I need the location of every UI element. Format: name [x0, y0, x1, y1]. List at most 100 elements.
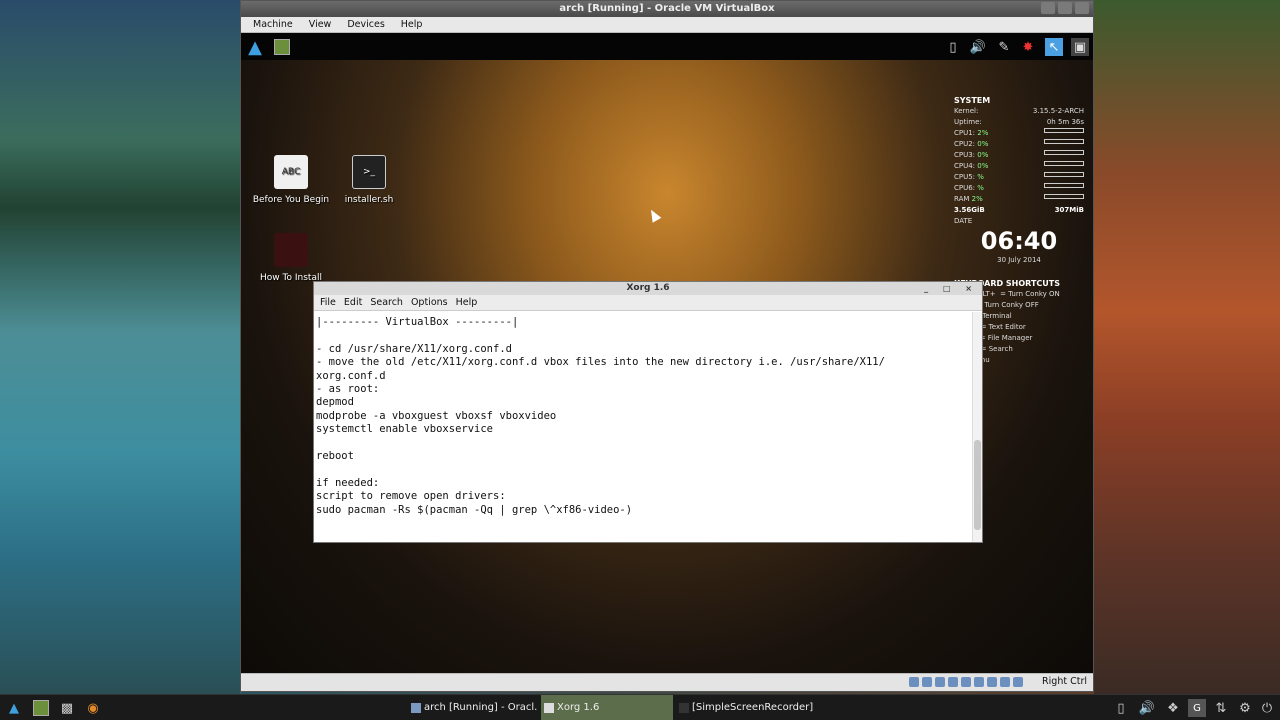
- ram-bar: [1044, 194, 1084, 199]
- host-taskbar: ▲ ▩ ◉ arch [Running] - Oracl... Xorg 1.6…: [0, 694, 1280, 720]
- taskbar-task-xorg[interactable]: Xorg 1.6: [541, 695, 673, 720]
- network-icon[interactable]: ⇅: [1212, 699, 1230, 717]
- editor-menu-file[interactable]: File: [316, 295, 340, 310]
- text-editor-icon: [544, 703, 554, 713]
- host-wallpaper-left: [0, 0, 240, 694]
- cursor-tool-icon[interactable]: ↖: [1045, 38, 1063, 56]
- editor-title: Xorg 1.6: [626, 283, 670, 293]
- settings-icon[interactable]: ⚙: [1236, 699, 1254, 717]
- menu-view[interactable]: View: [301, 17, 340, 32]
- cpu-value: %: [977, 173, 984, 181]
- mem-free: 3.56GiB: [954, 206, 985, 214]
- virtualbox-menu-bar: Machine View Devices Help: [241, 17, 1093, 33]
- display-icon[interactable]: [974, 677, 984, 687]
- guest-top-panel: ▲ ▯ 🔊 ✎ ✸ ↖ ▣: [241, 33, 1093, 60]
- editor-menu-bar: File Edit Search Options Help: [314, 295, 982, 311]
- shared-folders-icon[interactable]: [961, 677, 971, 687]
- guest-display[interactable]: ▲ ▯ 🔊 ✎ ✸ ↖ ▣ ABC Before You Begin >_ in…: [241, 33, 1093, 673]
- usb-icon[interactable]: [935, 677, 945, 687]
- keyboard-icon[interactable]: [1013, 677, 1023, 687]
- editor-menu-search[interactable]: Search: [366, 295, 407, 310]
- task-label: arch [Running] - Oracl...: [424, 702, 538, 713]
- editor-text-area[interactable]: |--------- VirtualBox ---------| - cd /u…: [316, 312, 972, 542]
- clipboard-icon[interactable]: ▯: [1112, 699, 1130, 717]
- editor-menu-help[interactable]: Help: [452, 295, 482, 310]
- host-wallpaper-right: [1094, 0, 1280, 694]
- file-manager-icon[interactable]: ▩: [58, 699, 76, 717]
- update-notifier-icon[interactable]: ✸: [1019, 38, 1037, 56]
- editor-window-controls[interactable]: _ □ ×: [924, 282, 978, 295]
- close-button[interactable]: [1075, 2, 1089, 14]
- cpu-value: 2%: [977, 129, 989, 137]
- window-controls: [1041, 2, 1089, 14]
- volume-icon[interactable]: 🔊: [1138, 699, 1156, 717]
- text-editor-launcher-icon[interactable]: [273, 38, 291, 56]
- taskbar-task-recorder[interactable]: [SimpleScreenRecorder]: [676, 695, 816, 720]
- web-browser-icon[interactable]: ◉: [84, 699, 102, 717]
- uptime-value: 0h 5m 36s: [1046, 118, 1084, 126]
- virtualbox-title-bar[interactable]: arch [Running] - Oracle VM VirtualBox: [241, 1, 1093, 17]
- scrollbar-thumb[interactable]: [974, 440, 981, 530]
- video-capture-icon[interactable]: [987, 677, 997, 687]
- google-icon[interactable]: G: [1188, 699, 1206, 717]
- cpu-bar: [1044, 139, 1084, 144]
- hard-disk-icon[interactable]: [909, 677, 919, 687]
- document-icon: ABC: [274, 155, 308, 189]
- desktop-icon-label: Before You Begin: [252, 195, 330, 205]
- mouse-cursor: [646, 207, 662, 223]
- clipboard-icon[interactable]: ▯: [944, 38, 962, 56]
- virtualbox-title: arch [Running] - Oracle VM VirtualBox: [559, 3, 775, 14]
- maximize-button[interactable]: [1058, 2, 1072, 14]
- ram-label: RAM: [954, 195, 970, 203]
- ram-value: 2%: [971, 195, 983, 203]
- power-icon[interactable]: ⏻: [1258, 699, 1276, 717]
- cpu-label: CPU2:: [954, 140, 976, 148]
- task-label: Xorg 1.6: [557, 702, 600, 713]
- minimize-button[interactable]: [1041, 2, 1055, 14]
- cpu-bar: [1044, 150, 1084, 155]
- network-icon[interactable]: [948, 677, 958, 687]
- virtualbox-window: arch [Running] - Oracle VM VirtualBox Ma…: [240, 0, 1094, 692]
- editor-menu-edit[interactable]: Edit: [340, 295, 366, 310]
- terminal-script-icon: >_: [352, 155, 386, 189]
- cpu-bar: [1044, 161, 1084, 166]
- volume-icon[interactable]: 🔊: [969, 38, 987, 56]
- taskbar-task-virtualbox[interactable]: arch [Running] - Oracl...: [408, 695, 538, 720]
- cpu-label: CPU5:: [954, 173, 976, 181]
- clock-time: 06:40: [980, 227, 1058, 255]
- cpu-label: CPU1:: [954, 129, 976, 137]
- mem-used: 307MiB: [1054, 206, 1084, 214]
- kernel-label: Kernel:: [954, 107, 979, 115]
- cpu-value: 0%: [977, 162, 989, 170]
- arch-menu-icon[interactable]: ▲: [246, 37, 264, 58]
- cpu-value: 0%: [977, 140, 989, 148]
- desktop-icon-installer[interactable]: >_ installer.sh: [329, 155, 409, 205]
- device-status-icons: [909, 677, 1023, 687]
- task-label: [SimpleScreenRecorder]: [692, 702, 814, 713]
- window-icon[interactable]: ▣: [1071, 38, 1089, 56]
- editor-title-bar[interactable]: Xorg 1.6 _ □ ×: [314, 282, 982, 295]
- menu-machine[interactable]: Machine: [245, 17, 301, 32]
- editor-menu-options[interactable]: Options: [407, 295, 452, 310]
- optical-drive-icon[interactable]: [922, 677, 932, 687]
- editor-scrollbar[interactable]: [972, 312, 982, 542]
- text-editor-window: Xorg 1.6 _ □ × File Edit Search Options …: [313, 281, 983, 543]
- desktop-icon-label: installer.sh: [344, 195, 394, 205]
- mouse-integration-icon[interactable]: [1000, 677, 1010, 687]
- cpu-value: 0%: [977, 151, 989, 159]
- pen-icon[interactable]: ✎: [995, 38, 1013, 56]
- cpu-bar: [1044, 183, 1084, 188]
- arch-start-icon[interactable]: ▲: [5, 699, 23, 717]
- date-label: DATE: [954, 217, 973, 225]
- cpu-label: CPU6:: [954, 184, 976, 192]
- cpu-label: CPU3:: [954, 151, 976, 159]
- recorder-icon: [679, 703, 689, 713]
- desktop-icon-how-to-install[interactable]: How To Install: [251, 233, 331, 283]
- menu-help[interactable]: Help: [393, 17, 431, 32]
- cpu-label: CPU4:: [954, 162, 976, 170]
- text-editor-launcher-icon[interactable]: [32, 699, 50, 717]
- conky-system-title: SYSTEM: [954, 96, 991, 105]
- dropbox-icon[interactable]: ❖: [1164, 699, 1182, 717]
- menu-devices[interactable]: Devices: [339, 17, 392, 32]
- desktop-icon-before-you-begin[interactable]: ABC Before You Begin: [251, 155, 331, 205]
